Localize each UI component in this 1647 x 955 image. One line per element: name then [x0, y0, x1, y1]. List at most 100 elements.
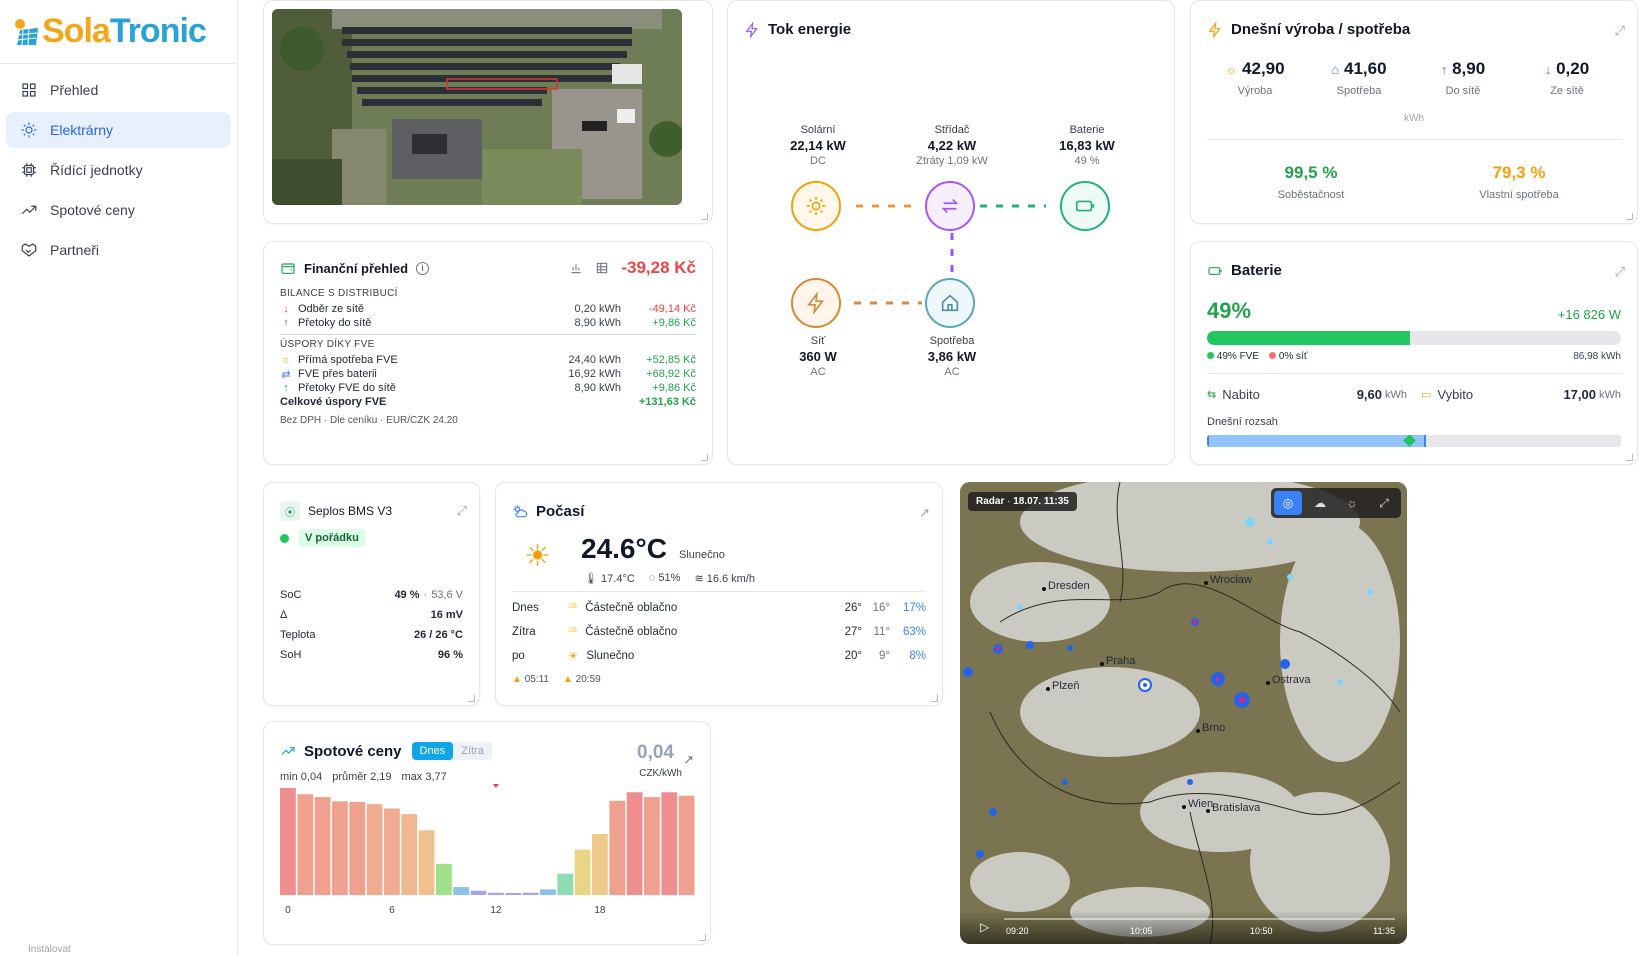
price-bar[interactable] — [470, 890, 487, 895]
fullscreen-icon[interactable]: ⤢ — [1370, 491, 1398, 515]
finance-footnote: Bez DPH · Dle ceníku · EUR/CZK 24.20 — [280, 415, 458, 426]
sidebar-item-prehled[interactable]: Přehled — [6, 72, 231, 108]
battery-range-label: Dnešní rozsah — [1207, 416, 1278, 428]
rain-cloud-icon[interactable]: ☁ — [1306, 491, 1334, 515]
price-bar[interactable] — [366, 804, 383, 895]
timeline-track[interactable] — [1004, 918, 1395, 920]
price-bar[interactable] — [678, 795, 695, 895]
bms-table: SoC 49 % · 53,6 V Δ 16 mV Teplota 26 / 26 °C … — [280, 585, 463, 665]
price-bar[interactable] — [592, 833, 608, 895]
install-link[interactable]: Instalovat — [28, 944, 71, 955]
x-tick-label: 18 — [594, 905, 606, 916]
expand-icon[interactable]: ⤢ — [457, 503, 467, 519]
load-label: Spotřeba 3,86 kW AC — [927, 335, 977, 378]
radar-map-image — [960, 482, 1407, 944]
forecast-row: po ☀ Slunečno 20° 9° 8% — [512, 650, 926, 663]
price-bar[interactable] — [280, 788, 296, 895]
finance-row: ↓ Odběr ze sítě 0,20 kWh -49,14 Kč — [280, 302, 696, 316]
self-consumption: 79,3 % Vlastní spotřeba — [1479, 163, 1559, 201]
chip-icon — [22, 163, 36, 177]
sidebar-item-ridici-jednotky[interactable]: Řídící jednotky — [6, 152, 231, 188]
sidebar-item-label: Partneři — [50, 242, 100, 258]
bms-title: Seplos BMS V3 — [308, 504, 393, 518]
bms-status: V pořádku — [280, 529, 365, 547]
plant-aerial-photo[interactable] — [272, 9, 682, 205]
price-bar[interactable] — [505, 893, 522, 895]
price-bar[interactable] — [384, 808, 400, 895]
price-bar[interactable] — [488, 892, 504, 895]
plant-photo-card — [263, 0, 713, 224]
price-bar[interactable] — [314, 797, 331, 895]
spot-price-chart: 0 6 12 18 — [280, 784, 695, 916]
grid-node[interactable] — [791, 278, 841, 328]
price-bar[interactable] — [401, 814, 418, 895]
brand-name: SolaTronic — [42, 12, 207, 50]
price-bar[interactable] — [418, 830, 435, 895]
sun-icon[interactable]: ☼ — [1338, 491, 1366, 515]
resize-handle[interactable] — [701, 213, 708, 220]
price-bar[interactable] — [644, 797, 660, 895]
bar-chart-icon[interactable] — [569, 261, 583, 275]
battery-charge-icon: ⇆ — [1207, 389, 1217, 401]
arrow-down-icon: ↓ — [1544, 62, 1552, 77]
price-bar[interactable] — [626, 792, 643, 895]
weather-radar-map[interactable]: Dresden Wrocław Praha Plzeň Ostrava Brno… — [960, 482, 1407, 944]
expand-icon[interactable]: ⤢ — [1615, 23, 1625, 39]
expand-icon[interactable]: ⤢ — [1615, 264, 1625, 280]
radar-timeline: ▷ 09:20 10:05 10:50 11:35 — [960, 910, 1407, 944]
load-node[interactable] — [925, 278, 975, 328]
price-bar[interactable] — [297, 794, 314, 895]
brand[interactable]: SolaTronic — [0, 0, 237, 64]
city-label: Ostrava — [1266, 674, 1311, 686]
solar-panel-logo-icon — [15, 18, 38, 45]
humidity-icon: ◌ — [648, 572, 656, 584]
price-bar[interactable] — [609, 800, 626, 895]
resize-handle[interactable] — [931, 695, 938, 702]
resize-handle[interactable] — [1626, 454, 1633, 461]
inverter-node[interactable] — [925, 181, 975, 231]
radar-layer-icon[interactable]: ◎ — [1274, 491, 1302, 515]
price-bar[interactable] — [522, 892, 539, 895]
sidebar-item-spotove-ceny[interactable]: Spotové ceny — [6, 192, 231, 228]
today-stats: ☼ 42,90 Výroba ⌂ 41,60 Spotřeba ↑ 8,90 Do s… — [1207, 59, 1615, 97]
price-bar[interactable] — [557, 873, 574, 895]
sun-icon: ☀ — [568, 651, 579, 663]
sun-icon: ☀ — [524, 540, 551, 573]
weather-temp: 24.6°C — [581, 533, 667, 564]
x-tick-label: 6 — [389, 905, 395, 916]
sun-icon — [21, 122, 37, 138]
resize-handle[interactable] — [1626, 213, 1633, 220]
battery-range-bar — [1207, 435, 1621, 447]
solar-node[interactable] — [791, 181, 841, 231]
forecast-row: Dnes ⛅︎ Částečně oblačno 26° 16° 17% — [512, 601, 926, 615]
price-bar[interactable] — [332, 801, 348, 895]
bms-icon: ⦿ — [280, 501, 300, 521]
swap-arrows-icon — [941, 198, 959, 214]
open-link-icon[interactable]: ↗ — [919, 505, 930, 521]
price-bar[interactable] — [574, 849, 591, 895]
resize-handle[interactable] — [699, 934, 706, 941]
price-bar[interactable] — [661, 792, 678, 895]
timeline-label: 10:50 — [1250, 926, 1273, 936]
price-bar[interactable] — [349, 801, 366, 895]
resize-handle[interactable] — [701, 454, 708, 461]
sidebar-item-elektrarny[interactable]: Elektrárny — [6, 112, 231, 148]
table-icon[interactable] — [595, 261, 609, 275]
price-bar[interactable] — [540, 889, 556, 895]
play-icon[interactable]: ▷ — [980, 920, 989, 934]
sidebar-item-partneri[interactable]: Partneři — [6, 232, 231, 268]
lightning-icon — [1208, 21, 1221, 38]
price-bar[interactable] — [453, 887, 470, 895]
info-icon[interactable]: i — [416, 261, 430, 275]
finance-row: ⇄ FVE přes baterii 16,92 kWh +68,92 Kč — [281, 368, 696, 381]
resize-handle[interactable] — [468, 695, 475, 702]
stat-production: ☼ 42,90 Výroba — [1225, 59, 1285, 97]
city-label: Praha — [1099, 655, 1136, 667]
finance-title: Finanční přehled — [304, 260, 409, 276]
trend-icon — [21, 205, 37, 215]
battery-icon: ▭ — [1421, 389, 1432, 401]
battery-node[interactable] — [1060, 181, 1110, 231]
timeline-label: 11:35 — [1373, 926, 1395, 936]
stat-from-grid: ↓ 0,20 Ze sítě — [1544, 59, 1590, 97]
price-bar[interactable] — [436, 863, 452, 895]
